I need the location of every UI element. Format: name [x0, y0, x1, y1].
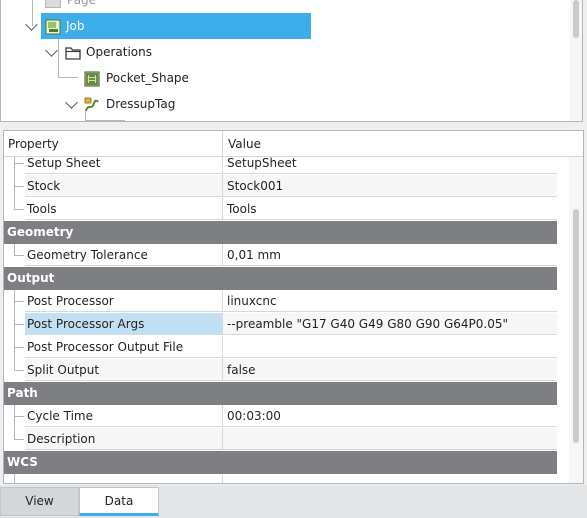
property-name: Stock	[25, 175, 222, 197]
tree-item-pocket-shape[interactable]: Pocket_Shape	[1, 65, 311, 91]
property-name: Post Processor	[25, 290, 222, 312]
property-name: Tools	[25, 198, 222, 220]
tree-guide-line	[14, 439, 24, 440]
tree-guide-line	[14, 157, 15, 175]
tree-guide-line	[14, 416, 24, 417]
tree-guide-line	[85, 120, 125, 121]
property-row[interactable]: Stock Stock001	[4, 175, 557, 198]
tree-guide-line	[14, 163, 24, 164]
tree-guide-line	[14, 347, 24, 348]
property-row[interactable]	[4, 474, 557, 483]
tree-scrollbar-thumb[interactable]	[573, 0, 579, 38]
job-icon	[45, 18, 61, 35]
tree-scrollbar[interactable]	[570, 0, 582, 121]
property-scrollbar-thumb[interactable]	[573, 209, 579, 443]
property-table-header: Property Value	[4, 131, 583, 157]
property-value[interactable]	[222, 428, 557, 450]
property-row[interactable]: Setup Sheet SetupSheet	[4, 157, 557, 175]
tree-guide-line	[14, 186, 24, 187]
model-tree: Page Job Operations Pocket_Shape Dressup…	[0, 0, 583, 122]
property-value[interactable]: false	[222, 359, 557, 381]
property-table-body: Setup Sheet SetupSheet Stock Stock001 To…	[4, 157, 557, 483]
property-value[interactable]: 0,01 mm	[222, 244, 557, 266]
tab-data[interactable]: Data	[79, 487, 159, 516]
tree-item-dressuptag[interactable]: DressupTag	[1, 91, 311, 117]
property-row[interactable]: Split Output false	[4, 359, 557, 382]
property-value[interactable]	[222, 474, 557, 483]
group-header-output[interactable]: Output	[4, 267, 557, 290]
column-header-value[interactable]: Value	[228, 137, 261, 151]
tree-item-page[interactable]: Page	[1, 0, 311, 13]
property-value[interactable]: linuxcnc	[222, 290, 557, 312]
property-row[interactable]: Tools Tools	[4, 198, 557, 221]
column-divider[interactable]	[222, 131, 223, 156]
dressup-tag-icon	[84, 96, 100, 112]
tab-view[interactable]: View	[0, 487, 79, 516]
property-tabbar: View Data	[0, 485, 587, 518]
tree-guide-line	[14, 301, 24, 302]
group-header-path[interactable]: Path	[4, 382, 557, 405]
property-row-selected[interactable]: Post Processor Args --preamble "G17 G40 …	[4, 313, 557, 336]
property-scrollbar[interactable]	[569, 157, 583, 483]
property-value[interactable]: Stock001	[222, 175, 557, 197]
group-header-geometry[interactable]: Geometry	[4, 221, 557, 244]
tree-item-operations[interactable]: Operations	[1, 39, 311, 65]
property-name: Split Output	[25, 359, 222, 381]
tree-guide-line	[14, 255, 24, 256]
tree-guide-line	[14, 209, 24, 210]
tree-guide-line	[14, 324, 24, 325]
property-name: Cycle Time	[25, 405, 222, 427]
property-name: Description	[25, 428, 222, 450]
property-editor: Property Value Setup Sheet SetupSheet St…	[3, 130, 584, 484]
property-value[interactable]: 00:03:00	[222, 405, 557, 427]
tree-guide-line	[14, 474, 15, 483]
property-row[interactable]: Geometry Tolerance 0,01 mm	[4, 244, 557, 267]
property-value[interactable]: SetupSheet	[222, 157, 557, 174]
tree-item-job[interactable]: Job	[41, 13, 311, 39]
property-name	[25, 474, 222, 483]
pocket-operation-icon	[84, 70, 100, 87]
page-icon	[45, 0, 61, 8]
property-name: Post Processor Args	[25, 313, 222, 335]
folder-icon	[65, 44, 81, 60]
property-value[interactable]	[222, 336, 557, 358]
property-row[interactable]: Description	[4, 428, 557, 451]
tree-guide-line	[14, 370, 24, 371]
chevron-down-icon[interactable]	[25, 18, 38, 31]
property-name: Setup Sheet	[25, 157, 222, 174]
property-name: Geometry Tolerance	[25, 244, 222, 266]
property-name: Post Processor Output File	[25, 336, 222, 358]
property-row[interactable]: Post Processor linuxcnc	[4, 290, 557, 313]
property-value[interactable]: --preamble "G17 G40 G49 G80 G90 G64P0.05…	[222, 313, 557, 335]
column-header-property[interactable]: Property	[8, 137, 59, 151]
group-header-wcs[interactable]: WCS	[4, 451, 557, 474]
property-value[interactable]: Tools	[222, 198, 557, 220]
property-row[interactable]: Cycle Time 00:03:00	[4, 405, 557, 428]
property-row[interactable]: Post Processor Output File	[4, 336, 557, 359]
